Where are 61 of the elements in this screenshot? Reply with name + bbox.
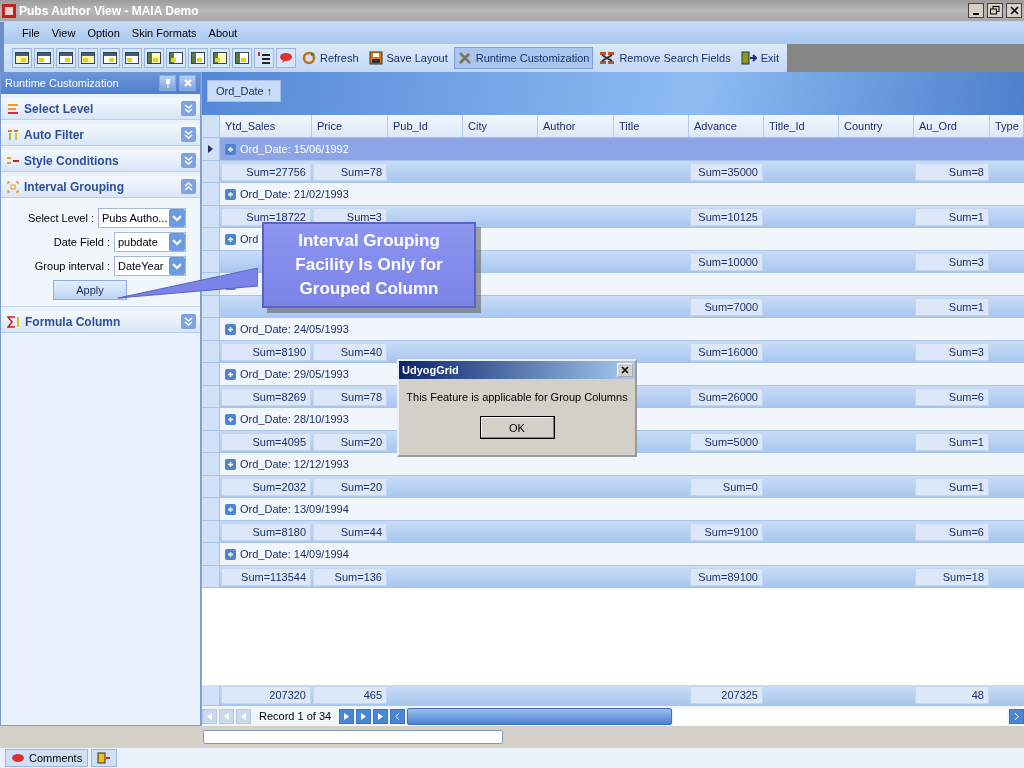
sum-cell: Sum=6 (915, 387, 989, 406)
section-title: Formula Column (25, 314, 122, 329)
sum-cell: Sum=136 (313, 567, 387, 586)
dialog-title: UdyogGrid (402, 364, 460, 376)
record-counter: Record 1 of 34 (258, 710, 333, 722)
window-title: Pubs Author View - MAIA Demo (19, 3, 200, 18)
sum-cell: Sum=20 (313, 477, 387, 496)
field-label: Date Field : (53, 236, 110, 248)
sum-cell: Sum=7000 (690, 297, 763, 316)
sum-cell: Sum=3 (915, 342, 989, 361)
panel-title: Runtime Customization (5, 77, 120, 89)
field-label: Group interval : (34, 260, 110, 272)
sum-cell: Sum=8269 (221, 387, 311, 406)
sum-cell: Sum=1 (915, 477, 989, 496)
sum-cell: Sum=0 (690, 477, 763, 496)
sum-cell: Sum=113544 (221, 567, 311, 586)
group-label: Ord_Date: 13/09/1994 (240, 503, 349, 515)
callout-tooltip: Interval Grouping Facility Is Only for Grouped Column (262, 222, 476, 308)
sum-cell: Sum=1 (915, 297, 989, 316)
total-cell: 207325 (690, 686, 763, 704)
sum-cell: Sum=40 (313, 342, 387, 361)
sum-cell: Sum=89100 (690, 567, 763, 586)
group-label: Ord_Date: 29/05/1993 (240, 368, 349, 380)
sum-cell: Sum=78 (313, 162, 387, 181)
sum-cell: Sum=35000 (690, 162, 763, 181)
total-cell: 465 (313, 686, 387, 704)
group-label: Ord_Date: 15/06/1992 (240, 143, 349, 155)
sum-cell: Sum=78 (313, 387, 387, 406)
sum-cell: Sum=20 (313, 432, 387, 451)
section-title: Select Level (24, 101, 95, 116)
section-title: Interval Grouping (24, 179, 125, 194)
sum-cell: Sum=16000 (690, 342, 763, 361)
sum-cell: Sum=1 (915, 432, 989, 451)
field-label: Select Level : (27, 212, 94, 224)
sum-cell: Sum=5000 (690, 432, 763, 451)
sum-cell: Sum=4095 (221, 432, 311, 451)
sum-cell: Sum=18 (915, 567, 989, 586)
sum-cell: Sum=10000 (690, 252, 763, 271)
total-cell: 48 (915, 686, 989, 704)
sum-cell: Sum=3 (915, 252, 989, 271)
sum-cell: Sum=10125 (690, 207, 763, 226)
sum-cell: Sum=44 (313, 522, 387, 541)
group-label: Ord_Date: 14/09/1994 (240, 548, 349, 560)
sum-cell: Sum=27756 (221, 162, 311, 181)
group-label: Ord_Date: 12/12/1993 (240, 458, 349, 470)
section-title: Auto Filter (24, 127, 85, 142)
section-title: Style Conditions (24, 153, 120, 168)
sum-cell: Sum=2032 (221, 477, 311, 496)
sum-cell: Sum=26000 (690, 387, 763, 406)
sum-cell: Sum=8180 (221, 522, 311, 541)
sum-cell: Sum=8 (915, 162, 989, 181)
sum-cell: Sum=9100 (690, 522, 763, 541)
dialog-message: This Feature is applicable for Group Columns (406, 391, 628, 403)
group-label: Ord_Date: 28/10/1993 (240, 413, 349, 425)
sum-cell: Sum=1 (915, 207, 989, 226)
sum-cell: Sum=8190 (221, 342, 311, 361)
group-label: Ord (240, 233, 259, 245)
group-label: Ord_Date: 21/02/1993 (240, 188, 349, 200)
group-label: Ord_Date: 24/05/1993 (240, 323, 349, 335)
sum-cell: Sum=6 (915, 522, 989, 541)
total-cell: 207320 (221, 686, 311, 704)
